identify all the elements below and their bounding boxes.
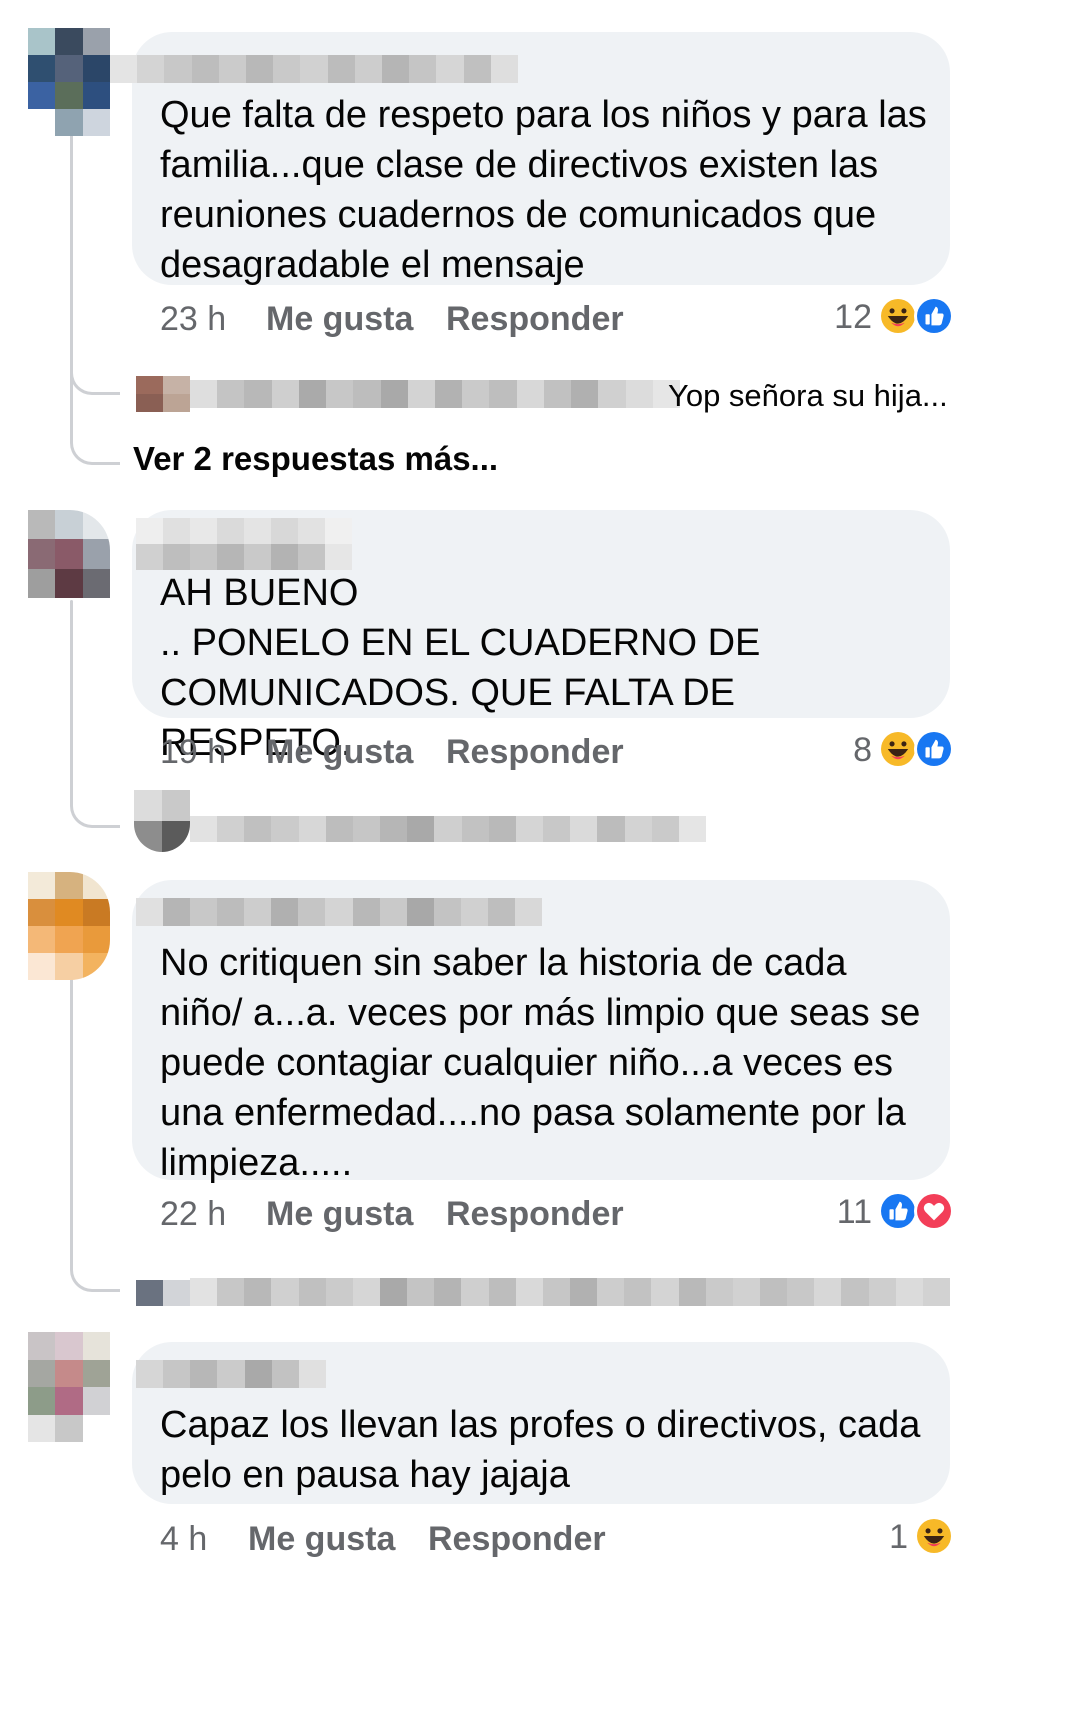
- like-icon[interactable]: [914, 729, 954, 769]
- reaction-count[interactable]: 1: [836, 1518, 908, 1557]
- author-name-redacted[interactable]: [136, 1360, 326, 1388]
- reaction-count[interactable]: 11: [800, 1193, 872, 1232]
- avatar[interactable]: [28, 28, 110, 136]
- reply-connector-1b: [70, 400, 120, 465]
- avatar[interactable]: [28, 1332, 110, 1442]
- comment-time[interactable]: 22 h: [160, 1195, 226, 1234]
- comment-text: Capaz los llevan las profes o directivos…: [160, 1404, 921, 1496]
- like-icon[interactable]: [878, 1191, 918, 1231]
- haha-emoji-icon[interactable]: [878, 729, 918, 769]
- reply-connector-2: [70, 760, 120, 828]
- comment-time[interactable]: 23 h: [160, 300, 226, 339]
- view-more-replies-link[interactable]: Ver 2 respuestas más...: [133, 440, 498, 478]
- reply-button[interactable]: Responder: [428, 1520, 606, 1559]
- reply-button[interactable]: Responder: [446, 733, 624, 772]
- thread-line-1: [70, 130, 73, 430]
- author-name-redacted[interactable]: [136, 518, 352, 570]
- avatar[interactable]: [28, 510, 110, 598]
- author-name-redacted[interactable]: [136, 898, 542, 926]
- reply-avatar[interactable]: [136, 1280, 190, 1306]
- reply-connector-3: [70, 1220, 120, 1292]
- comment-text: Que falta de respeto para los niños y pa…: [160, 94, 927, 286]
- like-icon[interactable]: [914, 296, 954, 336]
- reply-avatar[interactable]: [134, 790, 190, 852]
- reply-button[interactable]: Responder: [446, 1195, 624, 1234]
- comment-time[interactable]: 19 h: [160, 733, 226, 772]
- reply-avatar[interactable]: [136, 376, 190, 412]
- like-button[interactable]: Me gusta: [266, 1195, 413, 1234]
- reply-button[interactable]: Responder: [446, 300, 624, 339]
- comment-text: No critiquen sin saber la historia de ca…: [160, 942, 921, 1184]
- like-button[interactable]: Me gusta: [266, 300, 413, 339]
- reply-author-redacted[interactable]: [190, 380, 680, 408]
- haha-emoji-icon[interactable]: [914, 1516, 954, 1556]
- author-name-redacted[interactable]: [110, 55, 518, 83]
- reaction-count[interactable]: 8: [800, 731, 872, 770]
- love-heart-icon[interactable]: [914, 1191, 954, 1231]
- avatar[interactable]: [28, 872, 110, 980]
- reply-connector-1a: [70, 330, 120, 395]
- like-button[interactable]: Me gusta: [266, 733, 413, 772]
- reply-author-redacted[interactable]: [190, 816, 706, 842]
- haha-emoji-icon[interactable]: [878, 296, 918, 336]
- reaction-count[interactable]: 12: [800, 298, 872, 337]
- reply-preview-text[interactable]: Yop señora su hija...: [668, 378, 948, 414]
- comment-time[interactable]: 4 h: [160, 1520, 207, 1559]
- like-button[interactable]: Me gusta: [248, 1520, 395, 1559]
- thread-line-3: [70, 975, 73, 1225]
- reply-author-redacted[interactable]: [190, 1278, 950, 1306]
